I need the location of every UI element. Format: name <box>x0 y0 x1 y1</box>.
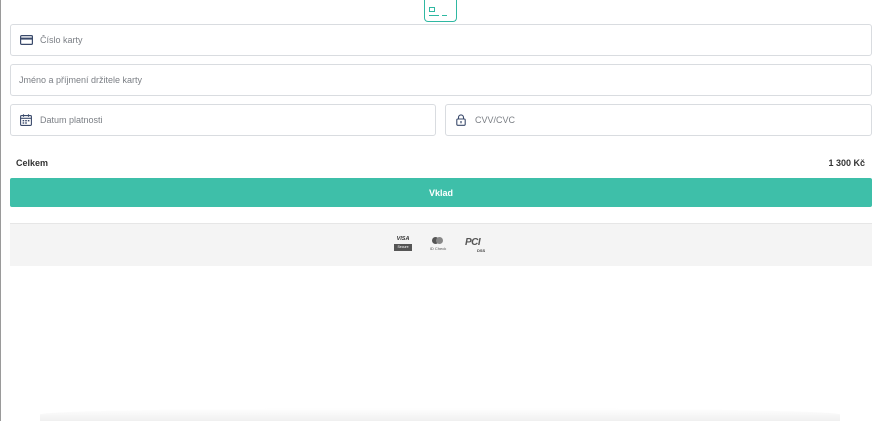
pci-dss-logo: PCI DSS <box>465 235 489 257</box>
holder-name-input[interactable] <box>19 75 871 85</box>
cvv-field[interactable] <box>445 104 872 136</box>
expiry-date-field[interactable] <box>10 104 436 136</box>
total-row: Celkem 1 300 Kč <box>16 158 865 168</box>
window-edge <box>0 0 1 421</box>
payment-logos-bar: VISA Secure ID Check PCI DSS <box>10 223 872 266</box>
visa-tag: Secure <box>394 244 412 251</box>
credit-card-icon <box>19 33 33 47</box>
holder-name-field[interactable] <box>10 64 872 96</box>
mastercard-tag: ID Check <box>429 246 447 251</box>
expiry-date-input[interactable] <box>40 115 435 125</box>
total-label: Celkem <box>16 158 49 168</box>
deposit-button[interactable]: Vklad <box>10 178 872 207</box>
visa-brand: VISA <box>396 236 410 242</box>
cvv-input[interactable] <box>475 115 871 125</box>
total-value: 1 300 Kč <box>828 158 865 168</box>
card-number-field[interactable] <box>10 24 872 56</box>
visa-secure-logo: VISA Secure <box>394 236 412 254</box>
mastercard-id-check-logo: ID Check <box>426 237 450 255</box>
card-number-input[interactable] <box>40 35 871 45</box>
pci-tag: DSS <box>477 248 486 253</box>
pci-brand: PCI <box>465 237 481 248</box>
card-chip-icon <box>424 0 457 22</box>
calendar-icon <box>19 113 33 127</box>
mastercard-circles-icon <box>432 237 444 244</box>
lock-icon <box>454 113 468 127</box>
bottom-shadow <box>40 408 840 421</box>
